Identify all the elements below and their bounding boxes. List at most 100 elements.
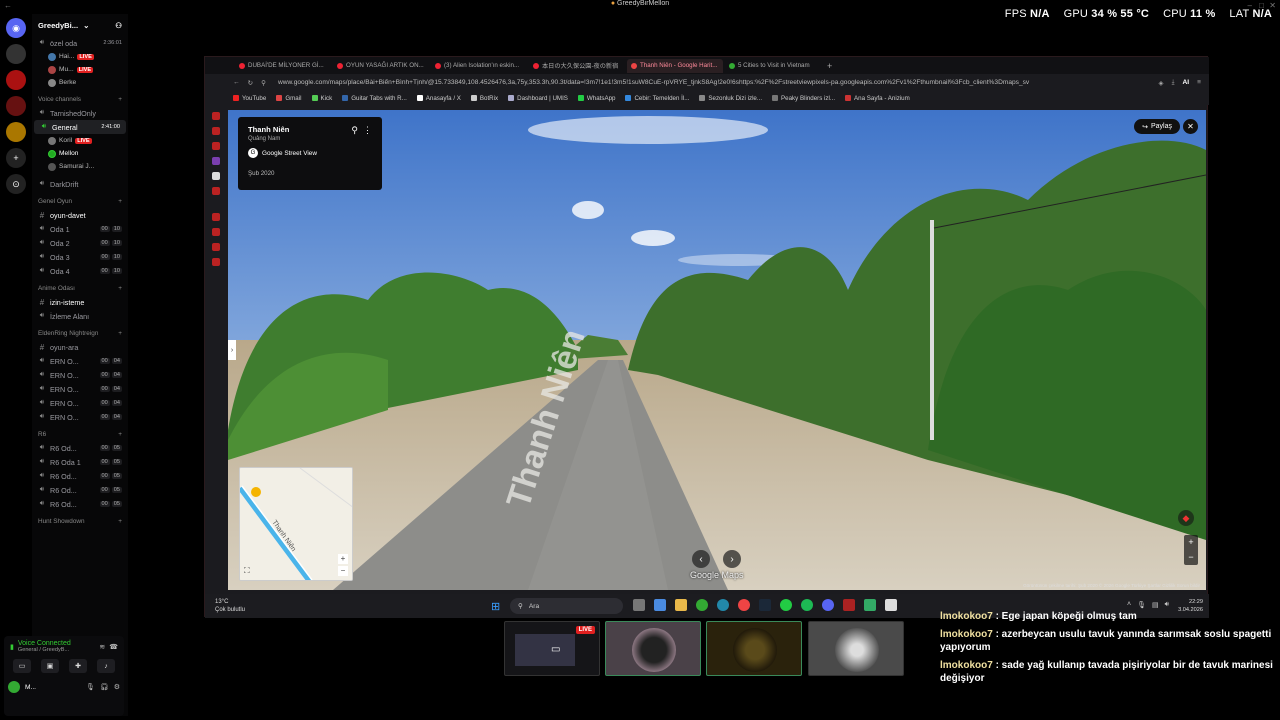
browser-tab[interactable]: 5 Cities to Visit in Vietnam — [725, 59, 821, 73]
voice-channel-r6[interactable]: 🔊︎ R6 Od... 00 05 — [32, 497, 128, 511]
steam-icon[interactable] — [759, 599, 771, 611]
voice-channel-r6[interactable]: 🔊︎ R6 Od... 00 05 — [32, 483, 128, 497]
network-icon[interactable]: ▤ — [1152, 601, 1159, 609]
edge-icon[interactable] — [717, 599, 729, 611]
server-icon[interactable] — [6, 96, 26, 116]
sidebar-app-icon[interactable] — [212, 157, 220, 165]
bookmark[interactable]: Sezonluk Dizi izle... — [699, 95, 762, 102]
app-icon[interactable] — [864, 599, 876, 611]
sidebar-app-icon[interactable] — [212, 172, 220, 180]
server-icon[interactable] — [6, 70, 26, 90]
category-genel-oyun[interactable]: Genel Oyun + — [32, 195, 128, 208]
url-field[interactable]: www.google.com/maps/place/Bài+Biển+Bình+… — [274, 79, 1151, 86]
bookmark[interactable]: Gmail — [276, 95, 302, 102]
voice-channel-oda[interactable]: 🔊︎ Oda 3 00 10 — [32, 250, 128, 264]
minimap[interactable]: Thanh Niên + − ⛶ — [239, 467, 353, 581]
browser-tab-active[interactable]: Thanh Niên - Google Harit... — [627, 58, 723, 73]
sidebar-app-icon[interactable] — [212, 112, 220, 120]
voice-channel-darkdrift[interactable]: 🔊︎ DarkDrift — [32, 177, 128, 191]
weather-widget[interactable]: 13°C Çok bulutlu — [215, 598, 245, 614]
category-hunt[interactable]: Hunt Showdown + — [32, 515, 128, 528]
stream-preview-thumbnail[interactable] — [706, 621, 802, 676]
text-channel-izin[interactable]: # izin-isteme — [32, 295, 128, 309]
stream-preview-thumbnail[interactable] — [605, 621, 701, 676]
chrome-icon[interactable] — [738, 599, 750, 611]
browser-tab[interactable]: 本日の大久保公園-夜の新宿 — [529, 59, 625, 73]
bookmark[interactable]: Cebir: Temelden İl... — [625, 95, 689, 102]
stream-preview-thumbnail[interactable]: ▭ LIVE — [504, 621, 600, 676]
activities-button[interactable]: ✚ — [69, 659, 87, 673]
voice-user[interactable]: Berke — [32, 76, 128, 89]
bookmark[interactable]: YouTube — [233, 95, 266, 102]
stream-preview-thumbnail[interactable] — [808, 621, 904, 676]
street-view-provider[interactable]: G Google Street View — [248, 148, 372, 158]
category-r6[interactable]: R6 + — [32, 428, 128, 441]
voice-channel-ern[interactable]: 🔊︎ ERN O... 00 04 — [32, 354, 128, 368]
text-channel-oyun-davet[interactable]: # oyun-davet — [32, 208, 128, 222]
minimap-zoom-in[interactable]: + — [338, 554, 348, 564]
voice-channel-oda[interactable]: 🔊︎ Oda 1 00 10 — [32, 222, 128, 236]
voice-channel-oda[interactable]: 🔊︎ Oda 2 00 10 — [32, 236, 128, 250]
browser-tab[interactable]: OYUN YASAĞI ARTIK ON... — [333, 59, 429, 73]
more-options-icon[interactable]: ⋮ — [363, 125, 372, 136]
bookmark[interactable]: Ana Sayfa - Anizium — [845, 95, 910, 102]
voice-user[interactable]: Mu... LIVE — [32, 63, 128, 76]
expand-map-icon[interactable]: ⛶ — [244, 566, 250, 576]
windows-start-icon[interactable]: ⊞ — [491, 600, 500, 613]
voice-user[interactable]: Samurai J... — [32, 160, 128, 173]
category-voice-channels[interactable]: Voice channels + — [32, 93, 128, 106]
task-view-icon[interactable] — [633, 599, 645, 611]
category-eldenring[interactable]: EldenRing Nightreign + — [32, 327, 128, 340]
bookmark[interactable]: Guitar Tabs with R... — [342, 95, 407, 102]
bookmark[interactable]: WhatsApp — [577, 95, 615, 102]
sidebar-app-icon[interactable] — [212, 213, 220, 221]
add-friend-icon[interactable]: ⚇ — [115, 21, 122, 30]
back-icon[interactable]: ← — [4, 1, 12, 10]
voice-channel-tarnished[interactable]: 🔊︎ TarnishedOnly — [32, 106, 128, 120]
voice-channel-ern[interactable]: 🔊︎ ERN O... 00 04 — [32, 410, 128, 424]
minimap-zoom-out[interactable]: − — [338, 566, 348, 576]
server-header[interactable]: GreedyBi... ⌄ ⚇ — [32, 14, 128, 36]
browser-tab[interactable]: (3) Alien Isolation'ın eskin... — [431, 59, 527, 73]
voice-channel-ozel-oda[interactable]: 🔊︎ özel oda 2:36:01 — [32, 36, 128, 50]
menu-icon[interactable]: ≡ — [1197, 79, 1209, 86]
sidebar-app-icon[interactable] — [212, 258, 220, 266]
bookmark[interactable]: Kick — [311, 95, 332, 102]
voice-channel-ern[interactable]: 🔊︎ ERN O... 00 04 — [32, 382, 128, 396]
voice-channel-ern[interactable]: 🔊︎ ERN O... 00 04 — [32, 396, 128, 410]
extensions-icon[interactable]: ◈ — [1159, 79, 1164, 87]
server-icon[interactable] — [6, 122, 26, 142]
file-explorer-icon[interactable] — [675, 599, 687, 611]
site-info-icon[interactable]: ⚲ — [261, 79, 266, 87]
avatar[interactable] — [8, 681, 20, 693]
bookmark[interactable]: Dashboard | UMIS — [508, 95, 568, 102]
xbox-icon[interactable] — [696, 599, 708, 611]
settings-gear-icon[interactable]: ⚙ — [114, 683, 120, 691]
browser-app-icon[interactable] — [843, 599, 855, 611]
chevron-up-icon[interactable]: ˄ — [1127, 601, 1131, 609]
discord-home-icon[interactable]: ◉ — [6, 18, 26, 38]
discover-icon[interactable]: ⊙ — [6, 174, 26, 194]
voice-user[interactable]: Mellon — [32, 147, 128, 160]
zoom-out-icon[interactable]: − — [1184, 550, 1198, 565]
street-view-panorama[interactable]: Thanh Niên Thanh Niên Quảng Nam ⚲ ⋮ G Goo… — [228, 110, 1206, 590]
voice-user[interactable]: Hai... LIVE — [32, 50, 128, 63]
widgets-icon[interactable] — [654, 599, 666, 611]
sidebar-app-icon[interactable] — [212, 142, 220, 150]
new-tab-button[interactable]: + — [823, 61, 832, 71]
taskbar-search[interactable]: ⚲ Ara — [510, 598, 623, 614]
noise-suppression-icon[interactable]: ≋ — [99, 643, 105, 651]
microphone-icon[interactable]: 🎙︎ — [86, 683, 95, 691]
add-server-icon[interactable]: + — [6, 148, 26, 168]
voice-channel-r6[interactable]: 🔊︎ R6 Od... 00 05 — [32, 469, 128, 483]
voice-user[interactable]: Koril LIVE — [32, 134, 128, 147]
disconnect-icon[interactable]: ☎ — [109, 643, 118, 651]
sidebar-app-icon[interactable] — [212, 243, 220, 251]
sidebar-app-icon[interactable] — [212, 187, 220, 195]
app-icon[interactable] — [885, 599, 897, 611]
share-button[interactable]: ↪ Paylaş — [1134, 119, 1180, 134]
back-icon[interactable]: ← — [233, 79, 240, 86]
spotify-icon[interactable] — [801, 599, 813, 611]
close-street-view-button[interactable]: ✕ — [1183, 119, 1198, 134]
soundboard-button[interactable]: ♪ — [97, 659, 115, 673]
